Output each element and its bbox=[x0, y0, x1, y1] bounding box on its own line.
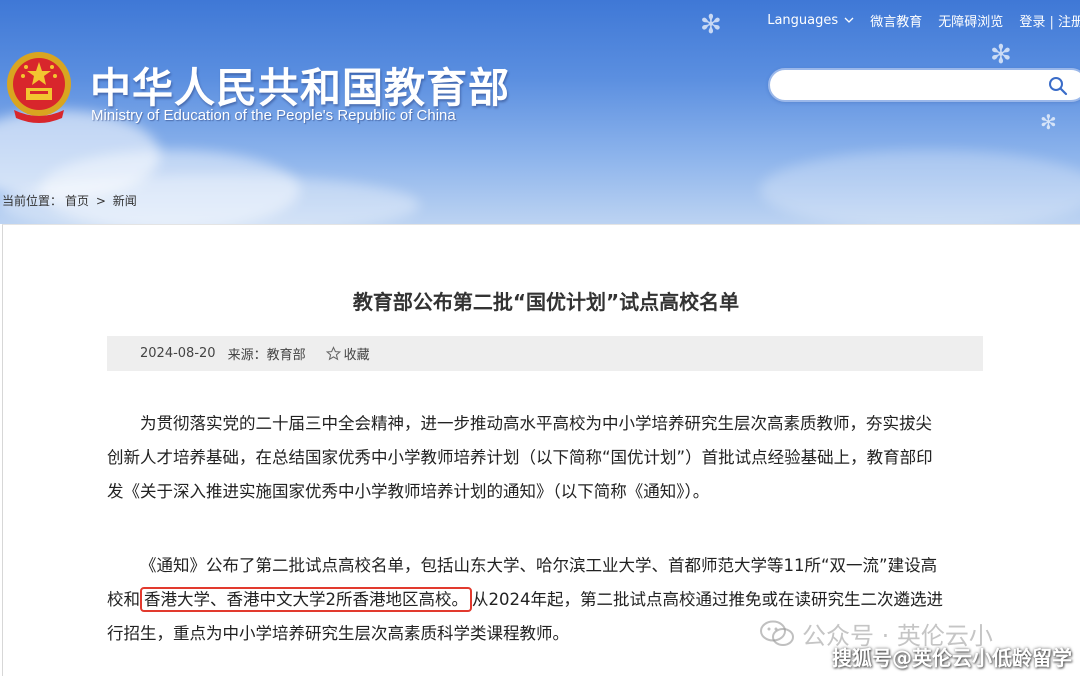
breadcrumb-current[interactable]: 新闻 bbox=[113, 194, 137, 208]
weiyan-link[interactable]: 微言教育 bbox=[870, 11, 922, 30]
paragraph-line: 创新人才培养基础，在总结国家优秀中小学教师培养计划（以下简称“国优计划”）首批试… bbox=[107, 448, 933, 467]
article-paragraph-1: 为贯彻落实党的二十届三中全会精神，进一步推动高水平高校为中小学培养研究生层次高素… bbox=[107, 407, 987, 509]
wechat-icon bbox=[760, 620, 794, 646]
accessibility-link[interactable]: 无障碍浏览 bbox=[938, 11, 1003, 30]
paragraph-text: 校和 bbox=[107, 590, 140, 609]
breadcrumb-label: 当前位置： bbox=[2, 194, 63, 208]
paragraph-line: 校和 香港大学、香港中文大学2所香港地区高校。 从2024年起，第二批试点高校通过推… bbox=[107, 583, 987, 617]
search-box bbox=[768, 68, 1080, 102]
article-meta-bar: 2024-08-20 来源： 教育部 收藏 bbox=[107, 336, 983, 371]
article-title: 教育部公布第二批“国优计划”试点高校名单 bbox=[352, 290, 740, 314]
dandelion-decoration: ✻ bbox=[700, 10, 722, 40]
cloud-decoration bbox=[760, 150, 1080, 224]
search-icon[interactable] bbox=[1048, 76, 1068, 96]
paragraph-line: 《通知》公布了第二批试点高校名单，包括山东大学、哈尔滨工业大学、首都师范大学等1… bbox=[140, 556, 938, 575]
login-link[interactable]: 登录 bbox=[1019, 15, 1045, 30]
sohu-watermark: 搜狐号@英伦云小低龄留学 bbox=[832, 646, 1072, 670]
site-subtitle: Ministry of Education of the People's Re… bbox=[91, 107, 456, 124]
paragraph-text: 从2024年起，第二批试点高校通过推免或在读研究生二次遴选进 bbox=[472, 590, 943, 609]
paragraph-line: 为贯彻落实党的二十届三中全会精神，进一步推动高水平高校为中小学培养研究生层次高素… bbox=[140, 414, 932, 433]
article-panel: 教育部公布第二批“国优计划”试点高校名单 2024-08-20 来源： 教育部 … bbox=[2, 224, 1080, 676]
auth-links: 登录 | 注册 bbox=[1019, 11, 1080, 30]
register-link[interactable]: 注册 bbox=[1058, 15, 1080, 30]
star-icon[interactable] bbox=[325, 346, 341, 361]
header-banner: ✻ ✻ ✻ Languages 微言教育 无障碍浏览 登录 | 注册 中华人民共… bbox=[0, 0, 1080, 224]
highlighted-hk-universities: 香港大学、香港中文大学2所香港地区高校。 bbox=[140, 587, 472, 612]
dandelion-decoration: ✻ bbox=[990, 40, 1012, 70]
article-source: 教育部 bbox=[266, 348, 306, 363]
breadcrumb-separator: > bbox=[95, 194, 106, 208]
breadcrumb: 当前位置： 首页 > 新闻 bbox=[2, 192, 140, 209]
top-links: Languages 微言教育 无障碍浏览 登录 | 注册 bbox=[767, 10, 1080, 30]
search-input[interactable] bbox=[784, 70, 1054, 100]
bookmark-button[interactable]: 收藏 bbox=[344, 344, 370, 363]
languages-link[interactable]: Languages bbox=[767, 13, 854, 28]
source-label: 来源： bbox=[227, 348, 267, 363]
separator: | bbox=[1049, 14, 1058, 30]
paragraph-line: 发《关于深入推进实施国家优秀中小学教师培养计划的通知》（以下简称《通知》）。 bbox=[107, 482, 710, 501]
chevron-down-icon bbox=[844, 17, 854, 23]
article-date: 2024-08-20 bbox=[140, 346, 216, 361]
breadcrumb-home-link[interactable]: 首页 bbox=[65, 194, 89, 208]
national-emblem-icon bbox=[7, 52, 71, 123]
dandelion-decoration: ✻ bbox=[1040, 110, 1057, 134]
languages-label: Languages bbox=[767, 12, 839, 28]
site-title: 中华人民共和国教育部 bbox=[90, 64, 510, 112]
